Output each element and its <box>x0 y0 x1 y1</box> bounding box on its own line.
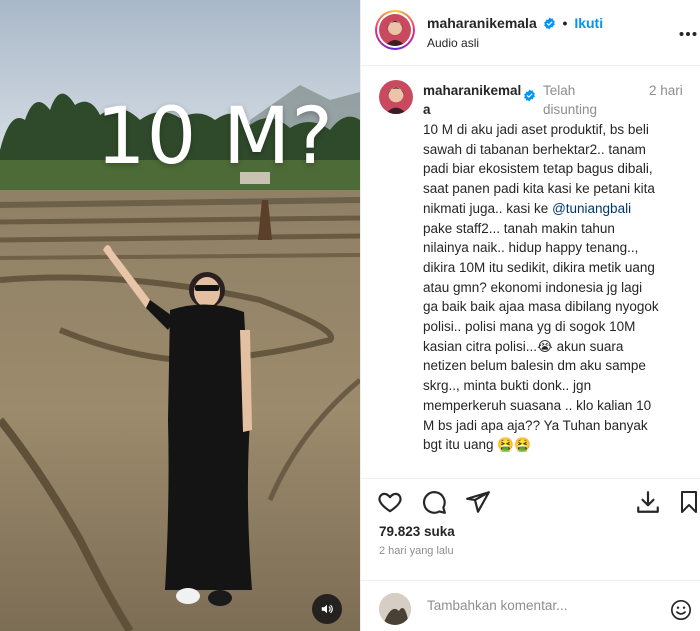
comment-input[interactable] <box>427 598 657 613</box>
caption-line-text: bgt itu uang <box>423 437 498 453</box>
caption-line: atau gmn? ekonomi indonesia jg lagi <box>423 279 643 295</box>
caption-line: skrg.., minta bukti donk.. jgn <box>423 378 592 394</box>
caption-author-username[interactable]: maharanikemala <box>423 81 525 119</box>
caption-timestamp[interactable]: 2 hari <box>649 81 689 100</box>
caption-line: kasian citra polisi...😭 akun suara <box>423 337 695 357</box>
caption-line: dikira 10M itu sedikit, dikira metik uan… <box>423 259 655 275</box>
original-audio-link[interactable]: Audio asli <box>427 36 479 50</box>
more-options-icon[interactable] <box>679 20 697 43</box>
caption-author-avatar[interactable] <box>379 80 413 114</box>
heart-icon[interactable] <box>377 489 403 520</box>
audio-toggle-button[interactable] <box>312 594 342 624</box>
verified-badge-icon <box>543 17 556 33</box>
separator-dot: • <box>562 15 568 31</box>
caption-line: sawah di tabanan berhektar2.. tanam <box>423 141 646 157</box>
crying-emoji: 😭 <box>537 338 553 354</box>
sick-emoji: 🤮🤮 <box>497 437 531 453</box>
header-author-line: maharanikemala • Ikuti <box>427 15 603 33</box>
mention-link[interactable]: @tuniangbali <box>552 201 631 216</box>
viewer-avatar <box>379 593 411 625</box>
caption-line: saat panen padi kita kasi ke petani kita <box>423 181 655 197</box>
caption-line: pake staff2... tanah makin tahun <box>423 220 615 236</box>
caption-line: M bs jadi apa aja?? Ya Tuhan banyak <box>423 417 648 433</box>
caption-verified-badge-icon <box>523 89 536 107</box>
caption-line: netizen belum balesin dm aku sampe <box>423 358 646 374</box>
edited-label: Telah disunting <box>543 83 598 117</box>
caption-line: 10 M di aku jadi aset produktif, bs beli <box>423 122 649 137</box>
caption-line-text: kasian citra polisi... <box>423 338 538 354</box>
video-overlay-text: 10 M? <box>96 92 334 182</box>
author-username[interactable]: maharanikemala <box>427 15 537 31</box>
post-media[interactable]: 10 M? <box>0 0 360 631</box>
caption-line: nikmati juga.. kasi ke @tuniangbali <box>423 199 695 219</box>
caption-text: 10 M di aku jadi aset produktif, bs beli… <box>423 120 695 455</box>
author-avatar[interactable] <box>375 10 415 50</box>
smiley-icon[interactable] <box>670 599 692 626</box>
caption-line: padi biar ekosistem tetap bagus dibali, <box>423 161 653 177</box>
caption-line: polisi.. polisi mana yg di sogok 10M <box>423 319 636 335</box>
post-panel: maharanikemala • Ikuti Audio asli mahara… <box>360 0 700 631</box>
caption-line: bgt itu uang 🤮🤮 <box>423 435 695 455</box>
comment-composer <box>361 580 700 631</box>
posted-time[interactable]: 2 hari yang lalu <box>379 545 454 557</box>
speaker-icon <box>321 604 333 614</box>
caption-line: ga baik baik ajaa masa dibilang nyogok <box>423 299 659 315</box>
post-header: maharanikemala • Ikuti Audio asli <box>361 0 700 66</box>
bookmark-icon[interactable] <box>677 489 700 520</box>
follow-button[interactable]: Ikuti <box>574 15 603 31</box>
send-icon[interactable] <box>465 489 491 520</box>
action-bar <box>361 478 700 523</box>
caption-line-text: akun suara <box>552 338 624 354</box>
like-count[interactable]: 79.823 suka <box>379 524 455 539</box>
caption-line-text: nikmati juga.. kasi ke <box>423 200 553 216</box>
download-icon[interactable] <box>635 489 661 520</box>
caption-line: memperkeruh suasana .. klo kalian 10 <box>423 397 652 413</box>
caption-section: maharanikemala Telah disunting 2 hari 10… <box>361 67 700 477</box>
comment-icon[interactable] <box>421 489 447 520</box>
caption-line: nilainya naik.. hidup happy tenang.., <box>423 240 639 256</box>
